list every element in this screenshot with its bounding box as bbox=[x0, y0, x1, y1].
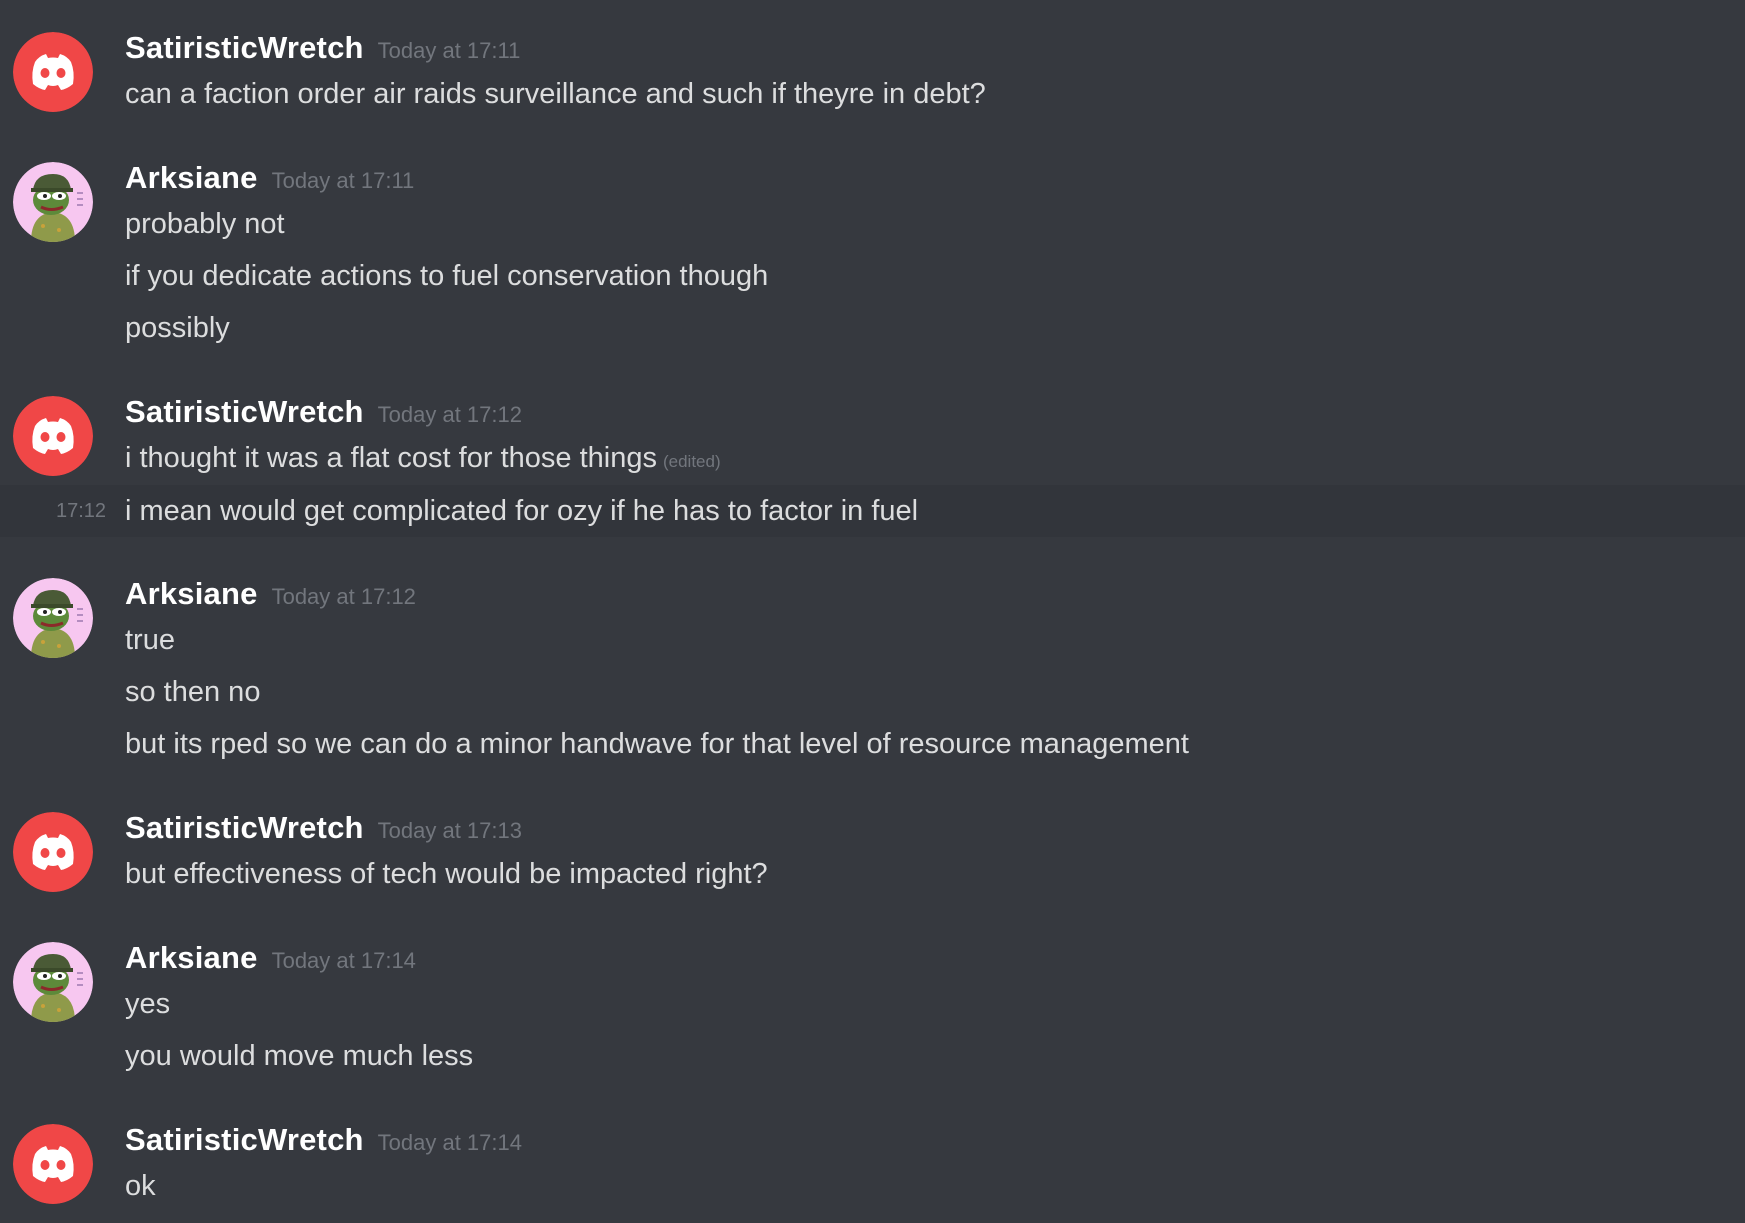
timestamp[interactable]: Today at 17:11 bbox=[272, 168, 415, 193]
timestamp[interactable]: Today at 17:14 bbox=[272, 948, 416, 973]
message-list[interactable]: 17:12 SatiristicWretch Today at 17:11 can… bbox=[0, 0, 1745, 1223]
message-text: but effectiveness of tech would be impac… bbox=[125, 858, 768, 890]
hover-timestamp: 17:12 bbox=[56, 500, 107, 522]
username[interactable]: Arksiane bbox=[125, 160, 258, 195]
message-text: i mean would get complicated for ozy if … bbox=[125, 495, 919, 527]
message-header: Arksiane Today at 17:11 bbox=[125, 160, 414, 204]
message-text: possibly bbox=[125, 312, 230, 344]
message-header: Arksiane Today at 17:12 bbox=[125, 576, 416, 620]
message-text: can a faction order air raids surveillan… bbox=[125, 78, 986, 110]
discord-logo-icon[interactable] bbox=[13, 1124, 93, 1204]
timestamp[interactable]: Today at 17:12 bbox=[272, 584, 416, 609]
message-text: ok bbox=[125, 1170, 156, 1202]
message-header: SatiristicWretch Today at 17:11 bbox=[125, 30, 520, 74]
timestamp[interactable]: Today at 17:11 bbox=[378, 38, 521, 63]
discord-logo-icon[interactable] bbox=[13, 396, 93, 476]
discord-logo-icon[interactable] bbox=[13, 812, 93, 892]
discord-logo-icon[interactable] bbox=[13, 32, 93, 112]
message-content: i thought it was a flat cost for those t… bbox=[125, 442, 657, 474]
username[interactable]: Arksiane bbox=[125, 576, 258, 611]
username[interactable]: Arksiane bbox=[125, 940, 258, 975]
username[interactable]: SatiristicWretch bbox=[125, 1122, 364, 1157]
message-header: SatiristicWretch Today at 17:13 bbox=[125, 810, 522, 854]
username[interactable]: SatiristicWretch bbox=[125, 30, 364, 65]
message-header: Arksiane Today at 17:14 bbox=[125, 940, 416, 984]
message-header: SatiristicWretch Today at 17:12 bbox=[125, 394, 522, 438]
message-text: if you dedicate actions to fuel conserva… bbox=[125, 260, 769, 292]
pepe-soldier-avatar[interactable] bbox=[13, 162, 93, 242]
message-text: i thought it was a flat cost for those t… bbox=[125, 438, 721, 482]
message-text: yes bbox=[125, 988, 171, 1020]
timestamp[interactable]: Today at 17:14 bbox=[378, 1130, 522, 1155]
pepe-soldier-avatar[interactable] bbox=[13, 942, 93, 1022]
message-text: so then no bbox=[125, 676, 261, 708]
username[interactable]: SatiristicWretch bbox=[125, 810, 364, 845]
message-text: probably not bbox=[125, 208, 285, 240]
message-text: you would move much less bbox=[125, 1040, 474, 1072]
message-text: but its rped so we can do a minor handwa… bbox=[125, 728, 1189, 760]
timestamp[interactable]: Today at 17:12 bbox=[378, 402, 522, 427]
message-text: true bbox=[125, 624, 175, 656]
edited-label: (edited) bbox=[662, 452, 721, 471]
message-header: SatiristicWretch Today at 17:14 bbox=[125, 1122, 522, 1166]
pepe-soldier-avatar[interactable] bbox=[13, 578, 93, 658]
timestamp[interactable]: Today at 17:13 bbox=[378, 818, 522, 843]
username[interactable]: SatiristicWretch bbox=[125, 394, 364, 429]
